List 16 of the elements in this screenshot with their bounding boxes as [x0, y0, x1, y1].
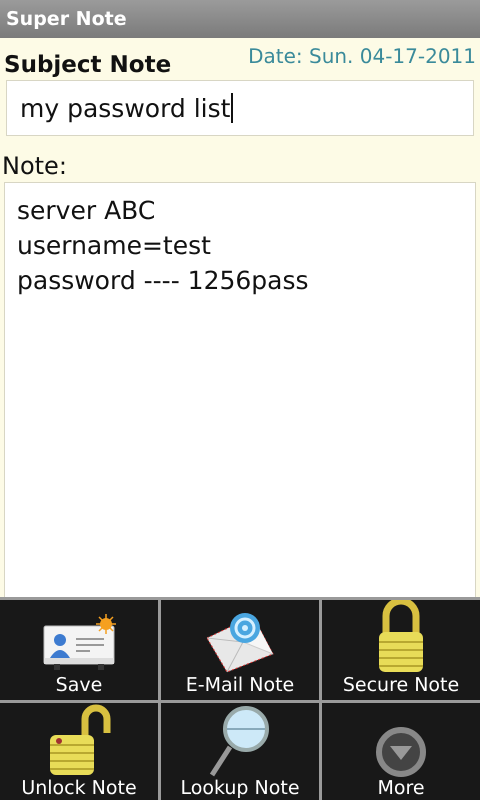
menu-button[interactable]: Lookup Note — [161, 703, 319, 800]
note-label: Note: — [2, 152, 68, 180]
date-label: Date: Sun. 04-17-2011 — [248, 44, 476, 68]
down-arrow-circle-icon — [376, 727, 426, 777]
magnifier-icon — [208, 705, 272, 777]
menu-button[interactable]: Secure Note — [322, 600, 480, 700]
window-title: Super Note — [6, 8, 127, 30]
note-field[interactable]: server ABC username=test password ---- 1256pass — [4, 182, 476, 597]
subject-field[interactable]: my password list — [6, 80, 474, 136]
subject-label: Subject Note — [4, 52, 172, 78]
menu-button[interactable]: More — [322, 703, 480, 800]
menu-button[interactable]: Save — [0, 600, 158, 700]
open-padlock-icon — [47, 703, 111, 777]
padlock-icon — [376, 600, 426, 674]
menu-button[interactable]: E-Mail Note — [161, 600, 319, 700]
menu-button[interactable]: Unlock Note — [0, 703, 158, 800]
